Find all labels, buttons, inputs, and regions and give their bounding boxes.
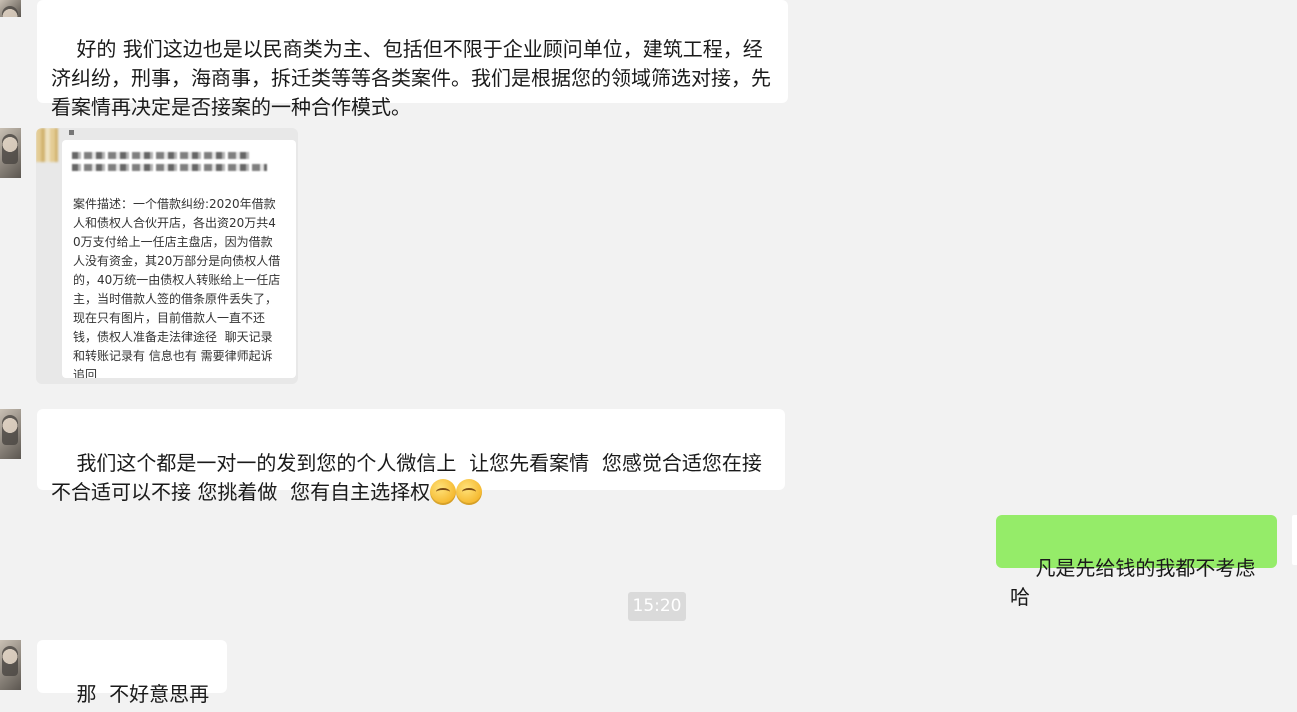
case-image-content: 案件描述：一个借款纠纷:2020年借款人和债权人合伙开店，各出资20万共40万支… (62, 140, 296, 378)
message-bubble-incoming[interactable]: 好的 我们这边也是以民商类为主、包括但不限于企业顾问单位，建筑工程，经济纠纷，刑… (37, 0, 788, 119)
case-image-message[interactable]: 案件描述：一个借款纠纷:2020年借款人和债权人合伙开店，各出资20万共40万支… (36, 128, 298, 384)
contact-avatar[interactable] (0, 128, 21, 178)
smirk-face-emoji-icon (430, 479, 457, 505)
message-bubble-incoming[interactable]: 那 不好意思再见 (37, 640, 227, 712)
own-avatar-edge[interactable] (1292, 515, 1297, 565)
chat-window: 好的 我们这边也是以民商类为主、包括但不限于企业顾问单位，建筑工程，经济纠纷，刑… (0, 0, 1297, 712)
message-text: 我们这个都是一对一的发到您的个人微信上 让您先看案情 您感觉合适您在接 不合适可… (51, 451, 769, 504)
message-bubble-outgoing[interactable]: 凡是先给钱的我都不考虑哈 (996, 515, 1277, 609)
blurred-thumbnail (36, 128, 58, 162)
case-description-text: 案件描述：一个借款纠纷:2020年借款人和债权人合伙开店，各出资20万共40万支… (73, 197, 281, 378)
contact-avatar[interactable] (0, 0, 21, 17)
smirk-face-emoji-icon (456, 479, 483, 505)
message-bubble-incoming[interactable]: 我们这个都是一对一的发到您的个人微信上 让您先看案情 您感觉合适您在接 不合适可… (37, 409, 785, 505)
timestamp-divider: 15:20 (628, 592, 686, 621)
message-text: 凡是先给钱的我都不考虑哈 (1010, 556, 1256, 609)
blurred-header (72, 152, 282, 176)
message-text: 那 不好意思再见 (51, 682, 210, 712)
blurred-mark (69, 130, 74, 135)
message-text: 好的 我们这边也是以民商类为主、包括但不限于企业顾问单位，建筑工程，经济纠纷，刑… (51, 37, 771, 119)
contact-avatar[interactable] (0, 409, 21, 459)
contact-avatar[interactable] (0, 640, 21, 690)
